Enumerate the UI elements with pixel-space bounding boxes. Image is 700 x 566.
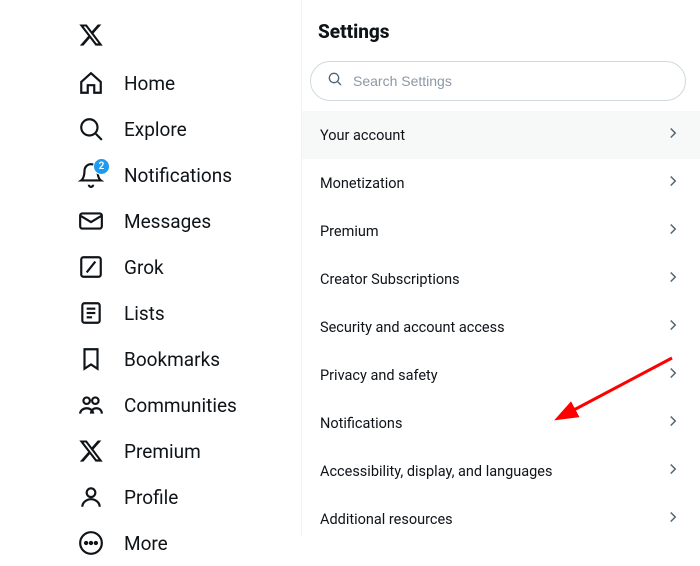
chevron-right-icon (664, 508, 682, 530)
sidebar-item-label: Messages (124, 210, 211, 233)
sidebar-item-label: Communities (124, 394, 237, 417)
sidebar-item-home[interactable]: Home (72, 60, 301, 106)
sidebar-item-label: More (124, 532, 168, 555)
sidebar-item-lists[interactable]: Lists (72, 290, 301, 336)
mail-icon (78, 208, 104, 234)
x-logo-icon (78, 22, 104, 48)
main-panel: Settings Your account Monetization Premi… (302, 0, 700, 537)
sidebar-item-explore[interactable]: Explore (72, 106, 301, 152)
sidebar-item-label: Premium (124, 440, 201, 463)
settings-item-label: Additional resources (320, 511, 453, 528)
chevron-right-icon (664, 460, 682, 482)
settings-item-premium[interactable]: Premium (302, 207, 700, 255)
settings-item-label: Security and account access (320, 319, 505, 336)
communities-icon (78, 392, 104, 418)
chevron-right-icon (664, 364, 682, 386)
chevron-right-icon (664, 316, 682, 338)
x-logo-icon (78, 438, 104, 464)
more-circle-icon (78, 530, 104, 556)
settings-item-label: Privacy and safety (320, 367, 438, 384)
chevron-right-icon (664, 268, 682, 290)
search-icon (78, 116, 104, 142)
settings-item-creator-subscriptions[interactable]: Creator Subscriptions (302, 255, 700, 303)
sidebar-item-bookmarks[interactable]: Bookmarks (72, 336, 301, 382)
search-input[interactable] (353, 73, 669, 89)
settings-item-label: Premium (320, 223, 379, 240)
logo-row[interactable] (72, 14, 301, 60)
settings-item-label: Accessibility, display, and languages (320, 463, 552, 480)
settings-item-security-access[interactable]: Security and account access (302, 303, 700, 351)
sidebar-item-more[interactable]: More (72, 520, 301, 566)
sidebar-item-communities[interactable]: Communities (72, 382, 301, 428)
search-settings[interactable] (310, 61, 686, 101)
chevron-right-icon (664, 124, 682, 146)
settings-item-label: Creator Subscriptions (320, 271, 460, 288)
home-icon (78, 70, 104, 96)
chevron-right-icon (664, 172, 682, 194)
bell-icon: 2 (78, 162, 104, 188)
sidebar-item-label: Bookmarks (124, 348, 220, 371)
search-icon (327, 71, 343, 91)
sidebar-item-grok[interactable]: Grok (72, 244, 301, 290)
settings-item-label: Monetization (320, 175, 405, 192)
settings-item-label: Notifications (320, 415, 402, 432)
sidebar-item-profile[interactable]: Profile (72, 474, 301, 520)
slash-square-icon (78, 254, 104, 280)
sidebar-item-label: Home (124, 72, 175, 95)
notification-badge: 2 (93, 158, 110, 175)
sidebar-item-label: Notifications (124, 164, 232, 187)
sidebar: Home Explore 2 Notifications Messages (0, 0, 302, 537)
page-title: Settings (302, 20, 700, 61)
sidebar-item-notifications[interactable]: 2 Notifications (72, 152, 301, 198)
chevron-right-icon (664, 412, 682, 434)
sidebar-item-label: Explore (124, 118, 187, 141)
settings-item-additional-resources[interactable]: Additional resources (302, 495, 700, 543)
list-icon (78, 300, 104, 326)
sidebar-item-label: Profile (124, 486, 178, 509)
settings-item-accessibility-display-languages[interactable]: Accessibility, display, and languages (302, 447, 700, 495)
settings-item-privacy-safety[interactable]: Privacy and safety (302, 351, 700, 399)
sidebar-item-premium[interactable]: Premium (72, 428, 301, 474)
settings-item-label: Your account (320, 127, 405, 144)
settings-item-notifications[interactable]: Notifications (302, 399, 700, 447)
settings-item-your-account[interactable]: Your account (302, 111, 700, 159)
profile-icon (78, 484, 104, 510)
sidebar-item-label: Lists (124, 302, 165, 325)
bookmark-icon (78, 346, 104, 372)
sidebar-item-label: Grok (124, 256, 164, 279)
settings-item-monetization[interactable]: Monetization (302, 159, 700, 207)
sidebar-item-messages[interactable]: Messages (72, 198, 301, 244)
chevron-right-icon (664, 220, 682, 242)
